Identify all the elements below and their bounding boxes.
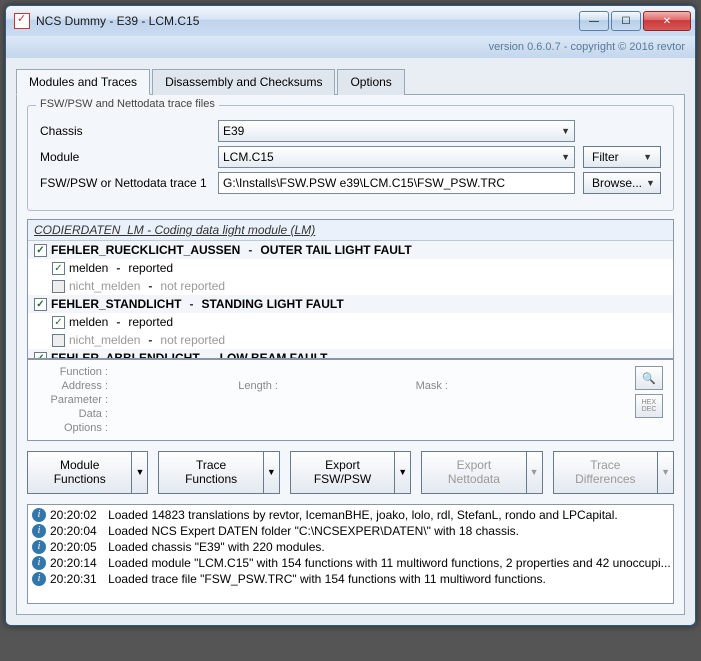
log-entry: i20:20:05 Loaded chassis "E39" with 220 … xyxy=(30,539,671,555)
trace-differences-button: Trace Differences xyxy=(553,451,658,494)
checkbox[interactable]: ✓ xyxy=(34,352,47,360)
checkbox[interactable]: ✓ xyxy=(34,298,47,311)
trace1-input[interactable] xyxy=(218,172,575,194)
trace1-label: FSW/PSW or Nettodata trace 1 xyxy=(40,176,210,190)
action-buttons: Module Functions▼ Trace Functions▼ Expor… xyxy=(27,451,674,494)
checkbox[interactable]: ✓ xyxy=(52,316,65,329)
info-icon: i xyxy=(32,508,46,522)
titlebar[interactable]: NCS Dummy - E39 - LCM.C15 — ☐ ✕ xyxy=(6,6,695,36)
search-icon: 🔍 xyxy=(642,372,656,385)
log-entry: i20:20:04 Loaded NCS Expert DATEN folder… xyxy=(30,523,671,539)
log-entry: i20:20:14 Loaded module "LCM.C15" with 1… xyxy=(30,555,671,571)
grid-group-header: CODIERDATEN_LM - Coding data light modul… xyxy=(28,220,673,241)
window-title: NCS Dummy - E39 - LCM.C15 xyxy=(36,14,579,28)
module-functions-dropdown[interactable]: ▼ xyxy=(132,451,148,494)
chevron-down-icon: ▼ xyxy=(643,152,652,162)
chassis-label: Chassis xyxy=(40,124,210,138)
log-entry: i20:20:31 Loaded trace file "FSW_PSW.TRC… xyxy=(30,571,671,587)
window: NCS Dummy - E39 - LCM.C15 — ☐ ✕ version … xyxy=(5,5,696,626)
function-row[interactable]: ✓FEHLER_ABBLENDLICHT-LOW BEAM FAULT xyxy=(28,349,673,359)
close-button[interactable]: ✕ xyxy=(643,11,691,31)
checkbox[interactable] xyxy=(52,334,65,347)
tabpanel: FSW/PSW and Nettodata trace files Chassi… xyxy=(16,94,685,615)
detail-panel: Function : Address : Parameter : Data : … xyxy=(27,359,674,441)
chevron-down-icon: ▼ xyxy=(561,126,570,136)
parameter-row[interactable]: ✓melden-reported xyxy=(28,313,673,331)
browse-button[interactable]: Browse... ▼ xyxy=(583,172,661,194)
parameter-row[interactable]: nicht_melden-not reported xyxy=(28,277,673,295)
trace-files-group: FSW/PSW and Nettodata trace files Chassi… xyxy=(27,105,674,211)
function-row[interactable]: ✓FEHLER_RUECKLICHT_AUSSEN-OUTER TAIL LIG… xyxy=(28,241,673,259)
chevron-down-icon: ▼ xyxy=(561,152,570,162)
maximize-button[interactable]: ☐ xyxy=(611,11,641,31)
checkbox[interactable]: ✓ xyxy=(52,262,65,275)
tab-options[interactable]: Options xyxy=(337,69,404,95)
checkbox[interactable]: ✓ xyxy=(34,244,47,257)
parameter-row[interactable]: nicht_melden-not reported xyxy=(28,331,673,349)
info-icon: i xyxy=(32,572,46,586)
version-bar: version 0.6.0.7 - copyright © 2016 revto… xyxy=(6,36,695,58)
version-text: version 0.6.0.7 - copyright © 2016 revto… xyxy=(489,41,685,53)
info-icon: i xyxy=(32,524,46,538)
parameter-row[interactable]: ✓melden-reported xyxy=(28,259,673,277)
export-fsw-button[interactable]: Export FSW/PSW xyxy=(290,451,395,494)
search-button[interactable]: 🔍 xyxy=(635,366,663,390)
chassis-select[interactable]: E39 ▼ xyxy=(218,120,575,142)
export-nettodata-dropdown: ▼ xyxy=(527,451,543,494)
module-label: Module xyxy=(40,150,210,164)
trace-functions-button[interactable]: Trace Functions xyxy=(158,451,263,494)
functions-grid[interactable]: CODIERDATEN_LM - Coding data light modul… xyxy=(27,219,674,359)
tab-disassembly[interactable]: Disassembly and Checksums xyxy=(152,69,335,95)
minimize-button[interactable]: — xyxy=(579,11,609,31)
module-select[interactable]: LCM.C15 ▼ xyxy=(218,146,575,168)
info-icon: i xyxy=(32,540,46,554)
tab-modules-traces[interactable]: Modules and Traces xyxy=(16,69,150,95)
info-icon: i xyxy=(32,556,46,570)
function-row[interactable]: ✓FEHLER_STANDLICHT-STANDING LIGHT FAULT xyxy=(28,295,673,313)
log-panel[interactable]: i20:20:02 Loaded 14823 translations by r… xyxy=(27,504,674,604)
hexdec-button[interactable]: HEX DEC xyxy=(635,394,663,418)
trace-differences-dropdown: ▼ xyxy=(658,451,674,494)
tabstrip: Modules and Traces Disassembly and Check… xyxy=(16,69,685,95)
trace-functions-dropdown[interactable]: ▼ xyxy=(264,451,280,494)
checkbox[interactable] xyxy=(52,280,65,293)
export-fsw-dropdown[interactable]: ▼ xyxy=(395,451,411,494)
chevron-down-icon: ▼ xyxy=(646,178,655,188)
filter-button[interactable]: Filter ▼ xyxy=(583,146,661,168)
module-functions-button[interactable]: Module Functions xyxy=(27,451,132,494)
export-nettodata-button: Export Nettodata xyxy=(421,451,526,494)
app-icon xyxy=(14,13,30,29)
log-entry: i20:20:02 Loaded 14823 translations by r… xyxy=(30,507,671,523)
group-legend: FSW/PSW and Nettodata trace files xyxy=(36,98,219,110)
